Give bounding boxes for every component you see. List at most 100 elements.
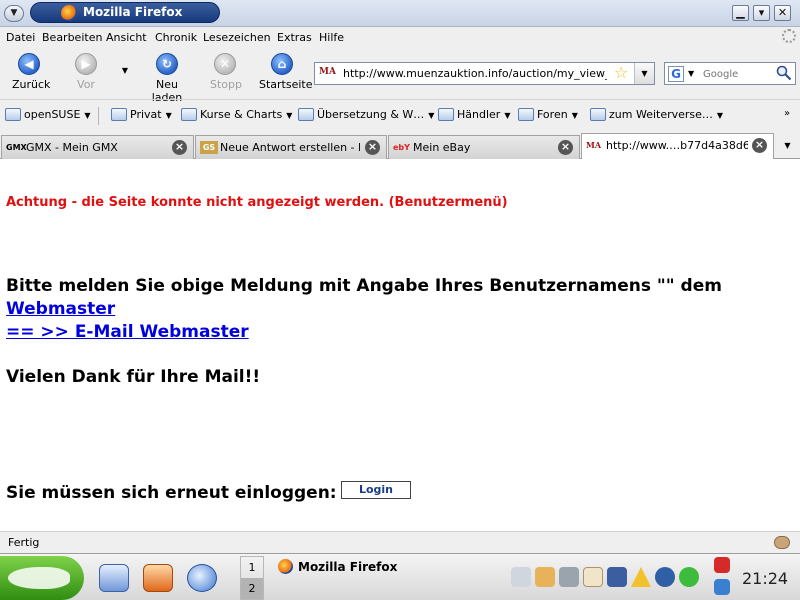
engine-dropdown-icon[interactable]: ▼ xyxy=(688,69,694,78)
menu-hilfe[interactable]: Hilfe xyxy=(319,31,344,44)
close-tab-icon[interactable]: × xyxy=(172,140,187,155)
tab-label: Neue Antwort erstellen - E… xyxy=(220,141,360,154)
url-history-dropdown[interactable]: ▼ xyxy=(634,63,654,84)
email-webmaster-link[interactable]: == >> E-Mail Webmaster xyxy=(6,321,722,344)
folder-icon xyxy=(111,108,127,121)
chevron-down-icon: ▼ xyxy=(286,111,293,120)
search-bar[interactable]: G ▼ xyxy=(664,62,796,85)
maximize-button[interactable]: ▾ xyxy=(753,5,770,21)
volume-icon[interactable] xyxy=(511,567,531,587)
ebay-favicon: ebY xyxy=(393,143,410,152)
chevron-down-icon: ▼ xyxy=(428,111,435,120)
gecko-logo-icon xyxy=(8,567,70,589)
reload-button[interactable]: ↻ Neu laden xyxy=(143,53,191,104)
taskbar-task-firefox[interactable]: Mozilla Firefox xyxy=(270,556,500,578)
menu-chronik[interactable]: Chronik xyxy=(155,31,197,44)
login-button[interactable]: Login xyxy=(341,481,411,499)
menu-bearbeiten[interactable]: Bearbeiten xyxy=(42,31,102,44)
chevron-down-icon: ▼ xyxy=(504,111,511,120)
folder-icon xyxy=(298,108,314,121)
window-title-pill: Mozilla Firefox xyxy=(30,2,220,23)
google-engine-icon[interactable]: G xyxy=(668,66,684,82)
menu-bar: Datei Bearbeiten Ansicht Chronik Lesezei… xyxy=(0,27,800,49)
bookmarks-toolbar: openSUSE ▼ Privat ▼ Kurse & Charts ▼ Überse… xyxy=(0,99,800,132)
network-icon[interactable] xyxy=(559,567,579,587)
thanks-text: Vielen Dank für Ihre Mail!! xyxy=(6,367,261,387)
cookie-icon[interactable] xyxy=(774,536,790,549)
suse-menu-button[interactable] xyxy=(0,556,84,600)
desktop-2[interactable]: 2 xyxy=(241,578,263,599)
klipper-icon[interactable] xyxy=(583,567,603,587)
throbber-icon xyxy=(782,29,796,43)
webmaster-link[interactable]: Webmaster xyxy=(6,298,722,321)
bookmark-label: zum Weiterverse… xyxy=(609,108,713,121)
bookmark-folder-foren[interactable]: Foren ▼ xyxy=(518,108,578,121)
media-icon[interactable] xyxy=(655,567,675,587)
window-menu-button[interactable]: ▼ xyxy=(4,5,24,22)
forward-button[interactable]: ▶ Vor xyxy=(74,53,98,91)
close-tab-icon[interactable]: × xyxy=(365,140,380,155)
power-icon[interactable] xyxy=(714,557,730,573)
bookmark-folder-kurse[interactable]: Kurse & Charts ▼ xyxy=(181,108,292,121)
status-bar: Fertig xyxy=(0,531,800,553)
menu-lesezeichen[interactable]: Lesezeichen xyxy=(203,31,271,44)
navigation-toolbar: ◀ Zurück ▶ Vor ▼ ↻ Neu laden ✕ Stopp ⌂ S… xyxy=(0,49,800,104)
tab-bar: GMX GMX - Mein GMX × GS Neue Antwort ers… xyxy=(0,132,800,160)
menu-datei[interactable]: Datei xyxy=(6,31,35,44)
warning-icon[interactable] xyxy=(631,567,651,587)
search-input[interactable] xyxy=(703,66,773,82)
desktop-icon[interactable] xyxy=(99,564,129,592)
firefox-icon xyxy=(278,559,293,574)
tab-ebay[interactable]: ebY Mein eBay × xyxy=(388,135,580,159)
minimize-button[interactable]: ▁ xyxy=(732,5,749,21)
back-button[interactable]: ◀ Zurück xyxy=(12,53,50,91)
bookmark-folder-privat[interactable]: Privat ▼ xyxy=(111,108,172,121)
stop-button[interactable]: ✕ Stopp xyxy=(210,53,242,91)
bookmarks-overflow-icon[interactable]: » xyxy=(784,108,790,119)
home-button[interactable]: ⌂ Startseite xyxy=(259,53,313,91)
reload-icon: ↻ xyxy=(156,53,178,75)
bookmark-folder-opensuse[interactable]: openSUSE ▼ xyxy=(5,108,91,121)
chat-icon[interactable] xyxy=(679,567,699,587)
desktop-pager: 1 2 xyxy=(240,556,264,600)
browser-icon[interactable] xyxy=(187,564,217,592)
relogin-text: Sie müssen sich erneut einloggen: xyxy=(6,483,337,503)
menu-extras[interactable]: Extras xyxy=(277,31,312,44)
window-title: Mozilla Firefox xyxy=(83,5,183,19)
tab-gmx[interactable]: GMX GMX - Mein GMX × xyxy=(1,135,194,159)
bookmark-folder-uebersetzung[interactable]: Übersetzung & W… ▼ xyxy=(298,108,434,121)
tab-label: GMX - Mein GMX xyxy=(26,141,118,154)
tab-neue-antwort[interactable]: GS Neue Antwort erstellen - E… × xyxy=(195,135,387,159)
bookmark-star-icon[interactable]: ☆ xyxy=(614,65,628,81)
url-text[interactable]: http://www.muenzauktion.info/auction/my_… xyxy=(343,67,607,80)
history-dropdown-button[interactable]: ▼ xyxy=(118,66,132,75)
update-icon[interactable] xyxy=(535,567,555,587)
bookmark-folder-haendler[interactable]: Händler ▼ xyxy=(438,108,510,121)
folder-icon xyxy=(438,108,454,121)
lock-screen-icon[interactable] xyxy=(714,579,730,595)
bookmark-folder-weiterverse[interactable]: zum Weiterverse… ▼ xyxy=(590,108,723,121)
chevron-down-icon: ▼ xyxy=(571,111,578,120)
url-bar[interactable]: MA http://www.muenzauktion.info/auction/… xyxy=(314,62,655,85)
stop-label: Stopp xyxy=(210,78,242,91)
home-folder-icon[interactable] xyxy=(143,564,173,592)
close-tab-icon[interactable]: × xyxy=(752,138,767,153)
close-tab-icon[interactable]: × xyxy=(558,140,573,155)
tab-muenzauktion[interactable]: MA http://www.…b77d4a38d67 × xyxy=(581,133,774,160)
site-favicon: MA xyxy=(319,67,336,77)
tab-label: Mein eBay xyxy=(413,141,471,154)
tab-list-dropdown[interactable]: ▼ xyxy=(775,133,800,159)
menu-ansicht[interactable]: Ansicht xyxy=(106,31,147,44)
back-label: Zurück xyxy=(12,78,51,91)
close-window-button[interactable]: ✕ xyxy=(774,5,791,21)
display-icon[interactable] xyxy=(607,567,627,587)
clock[interactable]: 21:24 xyxy=(742,569,788,588)
bookmark-label: Übersetzung & W… xyxy=(317,108,425,121)
bookmark-label: Privat xyxy=(130,108,162,121)
desktop-1[interactable]: 1 xyxy=(241,557,263,578)
ma-favicon: MA xyxy=(586,140,602,150)
bookmark-label: openSUSE xyxy=(24,108,81,121)
magnifier-icon[interactable] xyxy=(776,65,792,81)
bookmark-label: Foren xyxy=(537,108,568,121)
folder-icon xyxy=(590,108,606,121)
